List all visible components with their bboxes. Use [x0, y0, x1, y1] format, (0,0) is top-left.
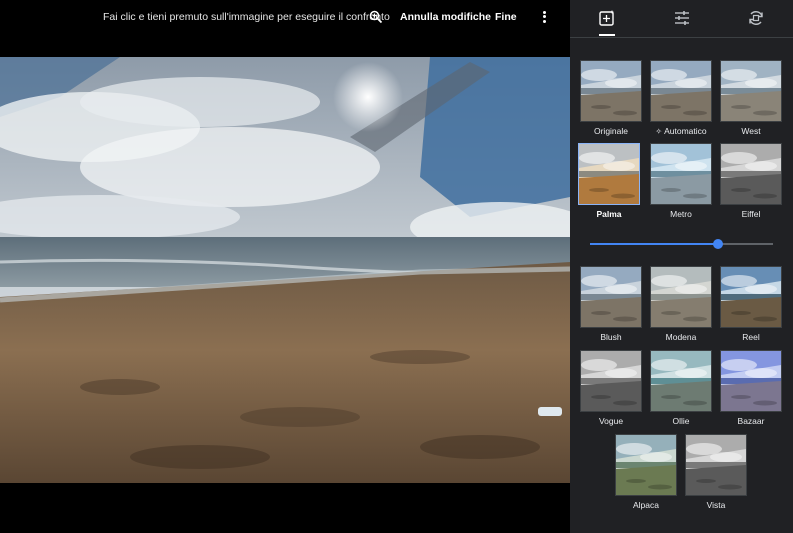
- filter-label-text: West: [741, 126, 761, 136]
- tab-filters-icon[interactable]: [598, 9, 616, 27]
- tab-adjust-icon[interactable]: [673, 9, 691, 27]
- filter-label-text: Blush: [600, 332, 622, 342]
- filter-eiffel[interactable]: Eiffel: [720, 143, 782, 219]
- edit-tabs: [570, 0, 793, 38]
- filter-label: Blush: [580, 332, 642, 342]
- undo-edits-button[interactable]: Annulla modifiche: [400, 11, 491, 23]
- zoom-in-icon[interactable]: [369, 10, 383, 24]
- slider-fill: [590, 243, 719, 245]
- photo-preview[interactable]: [0, 57, 570, 483]
- filter-label-text: Automatico: [664, 126, 707, 136]
- tab-crop-rotate-icon[interactable]: [747, 9, 765, 27]
- filter-blush[interactable]: Blush: [580, 266, 642, 342]
- filter-vista[interactable]: Vista: [685, 434, 747, 510]
- filter-thumbnail[interactable]: [720, 143, 782, 205]
- filter-label: Alpaca: [615, 500, 677, 510]
- more-options-icon[interactable]: [538, 9, 550, 25]
- filter-thumbnail[interactable]: [615, 434, 677, 496]
- filter-modena[interactable]: Modena: [650, 266, 712, 342]
- filter-label: Eiffel: [720, 209, 782, 219]
- filter-label: Originale: [580, 126, 642, 136]
- filter-thumbnail[interactable]: [650, 266, 712, 328]
- filter-label-text: Vista: [706, 500, 726, 510]
- filter-thumbnail[interactable]: [580, 266, 642, 328]
- active-tab-indicator: [599, 34, 615, 36]
- filter-ollie[interactable]: Ollie: [650, 350, 712, 426]
- filter-label: Reel: [720, 332, 782, 342]
- top-toolbar: Fai clic e tieni premuto sull'immagine p…: [0, 0, 570, 36]
- done-button[interactable]: Fine: [495, 11, 517, 23]
- filter-thumbnail[interactable]: [720, 60, 782, 122]
- filter-alpaca[interactable]: Alpaca: [615, 434, 677, 510]
- filter-originale[interactable]: Originale: [580, 60, 642, 136]
- filter-automatico[interactable]: ✧ Automatico: [650, 60, 712, 136]
- filter-thumbnail[interactable]: [685, 434, 747, 496]
- filter-label: Vogue: [580, 416, 642, 426]
- filter-label-text: Vogue: [598, 416, 624, 426]
- filter-thumbnail[interactable]: [650, 350, 712, 412]
- filter-intensity-slider[interactable]: [590, 239, 773, 249]
- filter-label: Bazaar: [720, 416, 782, 426]
- filter-label-text: Eiffel: [741, 209, 761, 219]
- filter-thumbnail[interactable]: [720, 266, 782, 328]
- filter-west[interactable]: West: [720, 60, 782, 136]
- filter-metro[interactable]: Metro: [650, 143, 712, 219]
- sparkle-icon: ✧: [655, 127, 663, 136]
- filter-label: Metro: [650, 209, 712, 219]
- filter-label-text: Palma: [596, 209, 622, 219]
- slider-handle[interactable]: [713, 239, 724, 249]
- filter-thumbnail[interactable]: [720, 350, 782, 412]
- filter-thumbnail[interactable]: [650, 60, 712, 122]
- filter-label-text: Reel: [742, 332, 760, 342]
- filter-thumbnail[interactable]: [580, 60, 642, 122]
- filters-panel: Originale ✧ Automatico West Palma Metro …: [570, 0, 793, 533]
- filter-label-text: Originale: [593, 126, 629, 136]
- filter-label-text: Metro: [670, 209, 692, 219]
- filter-thumbnail[interactable]: [580, 350, 642, 412]
- filter-palma[interactable]: Palma: [578, 143, 640, 219]
- filter-thumbnail[interactable]: [578, 143, 640, 205]
- filter-label: Palma: [578, 209, 640, 219]
- compare-hint: Fai clic e tieni premuto sull'immagine p…: [103, 11, 390, 23]
- filter-reel[interactable]: Reel: [720, 266, 782, 342]
- filter-thumbnail[interactable]: [650, 143, 712, 205]
- filter-label: Ollie: [650, 416, 712, 426]
- filter-label: Modena: [650, 332, 712, 342]
- filter-label: Vista: [685, 500, 747, 510]
- filter-label: West: [720, 126, 782, 136]
- filter-label-text: Bazaar: [737, 416, 765, 426]
- filter-bazaar[interactable]: Bazaar: [720, 350, 782, 426]
- filter-label: ✧ Automatico: [650, 126, 712, 136]
- filter-label-text: Ollie: [672, 416, 690, 426]
- filter-vogue[interactable]: Vogue: [580, 350, 642, 426]
- filter-label-text: Modena: [665, 332, 697, 342]
- filter-label-text: Alpaca: [633, 500, 659, 510]
